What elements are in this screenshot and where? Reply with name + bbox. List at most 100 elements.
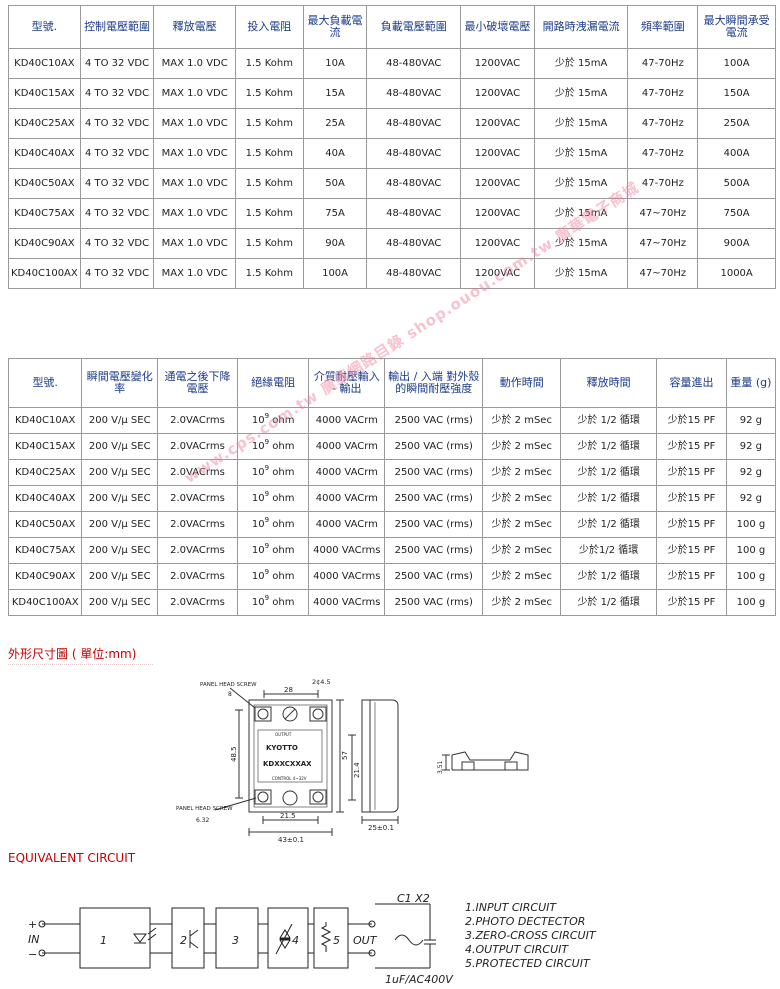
table-cell: KD40C15AX xyxy=(7,433,83,460)
table-row: KD40C15AX 200 V/μ SEC 2.0VACrms 109 ohm 4000… xyxy=(7,433,777,460)
control-label: CONTROL 4~32V xyxy=(272,776,307,781)
table-header-row: 型號. 瞬間電壓變化率 通電之後下降電壓 絕緣電阻 介質耐壓輸入 - 輸出 輸出 / 入端… xyxy=(7,358,777,408)
table-cell: 2500 VAC (rms) xyxy=(384,511,484,538)
table-cell: MAX 1.0 VDC xyxy=(153,228,236,259)
table-cell: 1200VAC xyxy=(460,108,535,139)
table-row: KD40C10AX 200 V/μ SEC 2.0VACrms 109 ohm 4000… xyxy=(7,407,777,434)
table-cell: KD40C15AX xyxy=(8,78,81,109)
table-cell: 47-70Hz xyxy=(627,108,699,139)
insulation-resistance-cell: 109 ohm xyxy=(236,511,310,538)
table-cell: 4000 VACrm xyxy=(308,433,386,460)
legend-item: 5.PROTECTED CIRCUIT xyxy=(465,957,591,970)
insulation-resistance-cell: 109 ohm xyxy=(236,589,310,616)
column-header: 控制電壓範圍 xyxy=(79,5,155,49)
table-cell: 少於 2 mSec xyxy=(482,433,562,460)
table-cell: 48-480VAC xyxy=(366,198,462,229)
table-cell: KD40C100AX xyxy=(7,589,83,616)
output-label: OUTPUT xyxy=(275,732,292,737)
base-text: 10 xyxy=(251,544,265,556)
table-cell: 150A xyxy=(697,78,776,109)
table-cell: 1000A xyxy=(697,258,776,289)
column-header: 重量 (g) xyxy=(725,358,777,408)
block-3-label: 3 xyxy=(232,934,239,947)
table-cell: 少於1/2 循環 xyxy=(560,537,658,564)
table-cell: 少於 2 mSec xyxy=(482,589,562,616)
table-cell: 少於 15mA xyxy=(533,48,629,79)
table-cell: 2.0VACrms xyxy=(157,485,238,512)
table-cell: 48-480VAC xyxy=(366,228,462,259)
table-cell: 15A xyxy=(302,78,368,109)
table-row: KD40C100AX 4 TO 32 VDC MAX 1.0 VDC 1.5 Kohm… xyxy=(8,258,776,289)
table-cell: MAX 1.0 VDC xyxy=(153,138,236,169)
table-row: KD40C40AX 4 TO 32 VDC MAX 1.0 VDC 1.5 Kohm 4… xyxy=(8,138,776,169)
table-cell: 90A xyxy=(302,228,368,259)
table-row: KD40C50AX 4 TO 32 VDC MAX 1.0 VDC 1.5 Kohm 5… xyxy=(8,168,776,199)
table-row: KD40C50AX 200 V/μ SEC 2.0VACrms 109 ohm 4000… xyxy=(7,511,777,538)
table-cell: 40A xyxy=(302,138,368,169)
table-cell: 少於 2 mSec xyxy=(482,563,562,590)
table-cell: KD40C10AX xyxy=(7,407,83,434)
table-cell: 47-70Hz xyxy=(627,48,699,79)
table-cell: 少於 15mA xyxy=(533,78,629,109)
table-cell: 4 TO 32 VDC xyxy=(79,228,155,259)
table-cell: 少於 15mA xyxy=(533,258,629,289)
table-cell: 100 g xyxy=(725,589,777,616)
table-cell: 1.5 Kohm xyxy=(234,108,304,139)
table-cell: 50A xyxy=(302,168,368,199)
table-cell: 47~70Hz xyxy=(627,198,699,229)
table-cell: 200 V/μ SEC xyxy=(81,511,159,538)
table-cell: KD40C25AX xyxy=(7,459,83,486)
table-cell: 少於 2 mSec xyxy=(482,407,562,434)
block-4-label: 4 xyxy=(292,934,299,947)
table-cell: 100A xyxy=(697,48,776,79)
spec-table-isolation: 型號. 瞬間電壓變化率 通電之後下降電壓 絕緣電阻 介質耐壓輸入 - 輸出 輸出 / 入端… xyxy=(7,358,777,616)
table-cell: 100 g xyxy=(725,563,777,590)
unit-text: ohm xyxy=(272,466,295,478)
table-cell: 4 TO 32 VDC xyxy=(79,138,155,169)
input-minus: − xyxy=(28,948,37,961)
table-cell: 25A xyxy=(302,108,368,139)
base-text: 10 xyxy=(251,570,265,582)
table-cell: 48-480VAC xyxy=(366,168,462,199)
table-cell: KD40C25AX xyxy=(8,108,81,139)
table-cell: 500A xyxy=(697,168,776,199)
label-panel-head-screw-2: PANEL HEAD SCREW xyxy=(176,806,233,812)
table-cell: 少於 2 mSec xyxy=(482,537,562,564)
dim-48-5: 48.5 xyxy=(230,746,238,762)
table-cell: 少於15 PF xyxy=(656,589,727,616)
dim-8: 8 xyxy=(228,691,232,698)
table-cell: MAX 1.0 VDC xyxy=(153,168,236,199)
exponent-text: 9 xyxy=(264,541,270,550)
table-cell: 92 g xyxy=(725,433,777,460)
table-cell: 少於 2 mSec xyxy=(482,511,562,538)
column-header: 開路時洩漏電流 xyxy=(533,5,629,49)
column-header: 動作時間 xyxy=(482,358,562,408)
table-cell: 1200VAC xyxy=(460,138,535,169)
table-cell: 2500 VAC (rms) xyxy=(384,459,484,486)
dim-57: 57 xyxy=(341,751,349,760)
column-header: 釋放時間 xyxy=(560,358,658,408)
table-cell: 少於 1/2 循環 xyxy=(560,485,658,512)
table-cell: 100 g xyxy=(725,511,777,538)
insulation-resistance-cell: 109 ohm xyxy=(236,459,310,486)
table-cell: KD40C40AX xyxy=(7,485,83,512)
column-header: 釋放電壓 xyxy=(153,5,236,49)
table-cell: 少於 1/2 循環 xyxy=(560,589,658,616)
table-cell: 2500 VAC (rms) xyxy=(384,563,484,590)
table-row: KD40C10AX 4 TO 32 VDC MAX 1.0 VDC 1.5 Kohm 1… xyxy=(8,48,776,79)
output-label: OUT xyxy=(353,934,378,947)
table-cell: 47~70Hz xyxy=(627,258,699,289)
table-cell: 2500 VAC (rms) xyxy=(384,537,484,564)
table-cell: 1200VAC xyxy=(460,78,535,109)
insulation-resistance-cell: 109 ohm xyxy=(236,537,310,564)
column-header: 通電之後下降電壓 xyxy=(157,358,238,408)
model-text: KDXXCXXAX xyxy=(263,760,312,768)
table-cell: 92 g xyxy=(725,459,777,486)
unit-text: ohm xyxy=(272,492,295,504)
block-2-label: 2 xyxy=(180,934,187,947)
table-row: KD40C15AX 4 TO 32 VDC MAX 1.0 VDC 1.5 Kohm 1… xyxy=(8,78,776,109)
table-cell: KD40C100AX xyxy=(8,258,81,289)
table-cell: 200 V/μ SEC xyxy=(81,537,159,564)
table-cell: 1.5 Kohm xyxy=(234,168,304,199)
brand-text: KYOTTO xyxy=(266,744,298,752)
